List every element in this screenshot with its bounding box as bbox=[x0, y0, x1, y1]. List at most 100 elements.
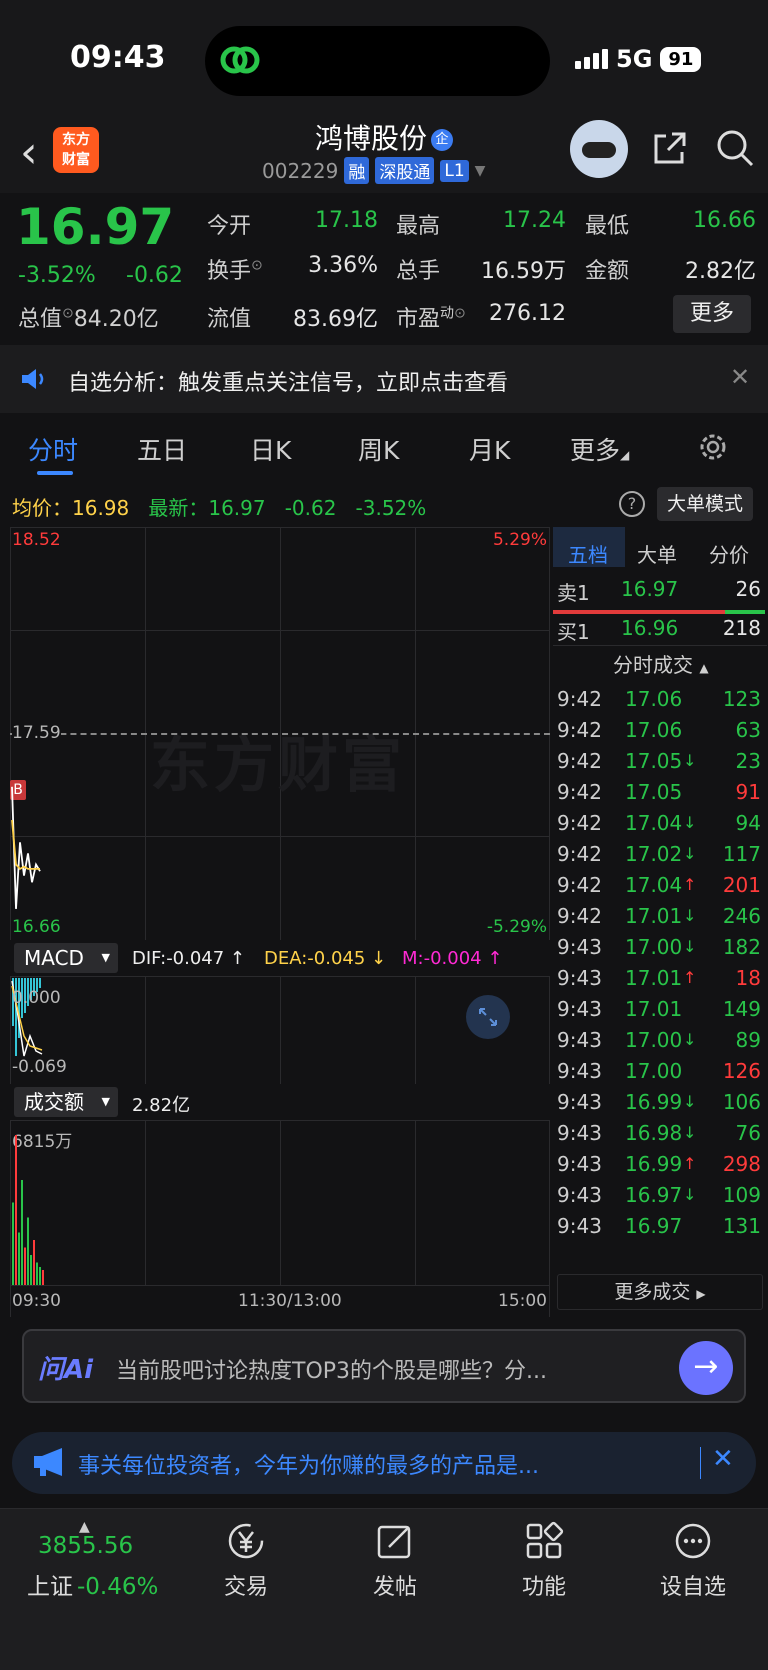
nav-trade[interactable]: 交易 bbox=[196, 1521, 296, 1601]
send-arrow-icon[interactable]: → bbox=[679, 1341, 733, 1395]
tick-time: 9:43 bbox=[557, 1090, 602, 1114]
amount-value: 2.82亿 bbox=[685, 259, 756, 284]
index-name[interactable]: 上证 -0.46% bbox=[27, 1567, 158, 1601]
volume-bar bbox=[12, 1202, 14, 1285]
current-price: 16.97 bbox=[16, 198, 175, 256]
index-value[interactable]: 3855.56 bbox=[38, 1533, 133, 1559]
tick-arrow: ↓ bbox=[683, 1123, 697, 1142]
time-end-label: 15:00 bbox=[498, 1291, 547, 1311]
volume-bar bbox=[15, 1135, 17, 1285]
change-amount: -0.62 bbox=[126, 263, 183, 288]
tick-volume: 89 bbox=[735, 1028, 761, 1052]
nav-functions[interactable]: 功能 bbox=[494, 1521, 594, 1601]
chart-tabs: 分时 五日 日K 周K 月K 更多◢ bbox=[0, 413, 768, 481]
tick-volume: 94 bbox=[735, 811, 761, 835]
promo-banner[interactable]: 事关每位投资者，今年为你赚的最多的产品是... ✕ bbox=[12, 1432, 756, 1494]
stock-code-row[interactable]: 002229 融 深股通 L1 ▼ bbox=[262, 157, 485, 184]
book-tab-big[interactable]: 大单 bbox=[637, 539, 677, 568]
ai-input-box[interactable]: 问Ai 当前股吧讨论热度TOP3的个股是哪些？分... → bbox=[22, 1329, 746, 1403]
analysis-notice[interactable]: 自选分析：触发重点关注信号，立即点击查看 ✕ bbox=[0, 345, 768, 413]
speaker-icon bbox=[22, 369, 44, 389]
close-icon[interactable]: ✕ bbox=[712, 1444, 734, 1474]
more-ticks-button[interactable]: 更多成交 ▶ bbox=[557, 1274, 763, 1310]
nav-post[interactable]: 发帖 bbox=[345, 1521, 445, 1601]
robot-avatar-icon[interactable] bbox=[570, 120, 628, 178]
tick-row: 9:42 17.06 63 bbox=[555, 718, 763, 751]
order-book: 五档 大单 分价 卖1 16.97 26 买1 16.96 218 分时成交 ▲… bbox=[551, 527, 768, 1317]
open-value: 17.18 bbox=[315, 208, 378, 233]
status-bar: 09:43 5G 91 bbox=[0, 0, 768, 115]
tick-time: 9:43 bbox=[557, 1152, 602, 1176]
tick-row: 9:43 17.00 ↓ 182 bbox=[555, 935, 763, 968]
tick-volume: 298 bbox=[722, 1152, 761, 1176]
gear-icon[interactable] bbox=[697, 431, 729, 463]
active-tab-indicator bbox=[37, 471, 73, 475]
expand-icon[interactable] bbox=[466, 995, 510, 1039]
tick-arrow: ↓ bbox=[683, 937, 697, 956]
tick-arrow: ↓ bbox=[683, 1092, 697, 1111]
tick-price: 17.00 bbox=[625, 935, 683, 959]
pe-value: 276.12 bbox=[489, 301, 566, 326]
tick-row: 9:42 17.06 123 bbox=[555, 687, 763, 720]
quote-panel: 16.97 -3.52% -0.62 总值⊙84.20亿 今开 17.18 最高… bbox=[0, 193, 768, 345]
book-tab-price[interactable]: 分价 bbox=[709, 539, 749, 568]
tab-intraday[interactable]: 分时 bbox=[28, 431, 78, 467]
tick-arrow: ↓ bbox=[683, 844, 697, 863]
tick-arrow: ↓ bbox=[683, 751, 697, 770]
volume-select[interactable]: 成交额 ▼ bbox=[14, 1087, 118, 1117]
tick-row: 9:43 16.97 131 bbox=[555, 1214, 763, 1247]
tick-price: 17.00 bbox=[625, 1059, 683, 1083]
amount-label: 金额 bbox=[585, 259, 630, 284]
tick-row: 9:42 17.04 ↓ 94 bbox=[555, 811, 763, 844]
volume-bar bbox=[27, 1217, 29, 1285]
float-cap-label: 流值 bbox=[207, 307, 252, 332]
tab-more[interactable]: 更多◢ bbox=[570, 431, 629, 467]
tab-daily-k[interactable]: 日K bbox=[250, 431, 291, 467]
tick-row: 9:42 17.02 ↓ 117 bbox=[555, 842, 763, 875]
latest-label: 最新： bbox=[148, 496, 209, 520]
notice-text: 自选分析：触发重点关注信号，立即点击查看 bbox=[68, 371, 509, 396]
tick-time: 9:43 bbox=[557, 1059, 602, 1083]
stock-name: 鸿博股份 bbox=[314, 122, 427, 155]
nav-add-watchlist[interactable]: 设自选 bbox=[643, 1521, 743, 1601]
big-order-mode-button[interactable]: 大单模式 bbox=[657, 487, 753, 521]
m-value: M:-0.004 ↑ bbox=[402, 948, 503, 969]
share-icon[interactable] bbox=[650, 128, 690, 168]
tick-volume: 109 bbox=[722, 1183, 761, 1207]
tab-monthly-k[interactable]: 月K bbox=[469, 431, 510, 467]
tick-price: 16.97 bbox=[625, 1214, 683, 1238]
help-icon[interactable]: ? bbox=[619, 491, 645, 517]
tick-volume: 76 bbox=[735, 1121, 761, 1145]
tick-row: 9:42 17.01 ↓ 246 bbox=[555, 904, 763, 937]
intraday-chart[interactable]: 东方财富 18.52 5.29% 17.59 16.66 -5.29% B MA… bbox=[10, 527, 550, 1317]
tick-volume: 126 bbox=[722, 1059, 761, 1083]
tick-row: 9:43 17.01 ↑ 18 bbox=[555, 966, 763, 999]
more-button[interactable]: 更多 bbox=[673, 295, 751, 333]
ai-logo: 问Ai bbox=[38, 1355, 94, 1385]
search-icon[interactable] bbox=[715, 128, 755, 168]
tick-time: 9:43 bbox=[557, 1121, 602, 1145]
tick-volume: 91 bbox=[735, 780, 761, 804]
status-time: 09:43 bbox=[70, 40, 166, 75]
close-icon[interactable]: ✕ bbox=[730, 363, 750, 391]
macd-select[interactable]: MACD ▼ bbox=[14, 943, 118, 973]
book-tab-five[interactable]: 五档 bbox=[568, 539, 608, 568]
tick-time: 9:42 bbox=[557, 718, 602, 742]
bottom-nav: ▲ 3855.56 上证 -0.46% 交易 发帖 功能 设自选 bbox=[0, 1508, 768, 1670]
high-value: 17.24 bbox=[503, 208, 566, 233]
tick-time: 9:43 bbox=[557, 997, 602, 1021]
tick-time: 9:42 bbox=[557, 873, 602, 897]
tick-price: 17.06 bbox=[625, 718, 683, 742]
promo-divider bbox=[700, 1447, 701, 1479]
network-status: 5G 91 bbox=[575, 45, 702, 73]
tab-weekly-k[interactable]: 周K bbox=[358, 431, 399, 467]
tab-five-day[interactable]: 五日 bbox=[137, 431, 187, 467]
index-pct: -0.46% bbox=[77, 1574, 159, 1600]
tick-volume: 23 bbox=[735, 749, 761, 773]
battery-icon: 91 bbox=[660, 46, 702, 72]
volume-bar bbox=[30, 1255, 32, 1285]
ai-prompt-text: 当前股吧讨论热度TOP3的个股是哪些？分... bbox=[116, 1359, 547, 1384]
latest-pct: -3.52% bbox=[355, 496, 427, 520]
ticks-title[interactable]: 分时成交 ▲ bbox=[613, 649, 709, 678]
tick-volume: 106 bbox=[722, 1090, 761, 1114]
